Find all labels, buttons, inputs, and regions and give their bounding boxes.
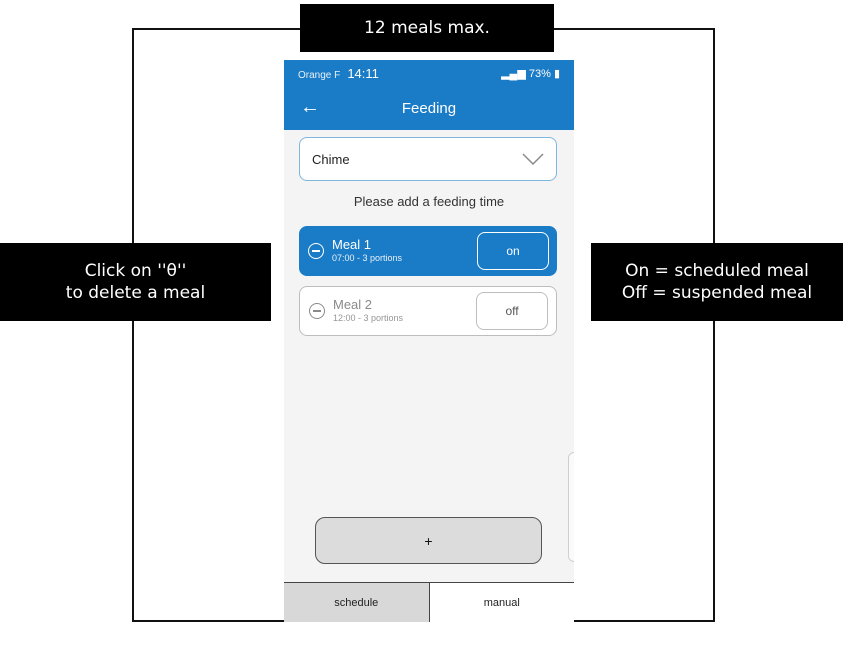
tab-schedule[interactable]: schedule [284,583,430,622]
device-select-value: Chime [312,151,350,167]
callout-on-line: On = scheduled meal [625,260,809,281]
meal-text: Meal 1 07:00 - 3 portions [332,238,477,264]
add-feeding-hint: Please add a feeding time [353,194,505,209]
meal-detail: 12:00 - 3 portions [333,313,404,323]
callout-delete-meal: Click on ''θ'' to delete a meal [0,243,271,321]
add-meal-button[interactable]: + [315,517,542,564]
meal-row[interactable]: Meal 1 07:00 - 3 portions on [299,226,557,276]
callout-off-line: Off = suspended meal [621,283,813,303]
battery-icon: ▮ [553,67,560,80]
signal-icon: ▂▄▆ [501,67,526,80]
meal-text: Meal 2 12:00 - 3 portions [333,298,476,324]
callout-delete-line1: Click on ''θ'' [84,260,187,281]
meal-detail: 07:00 - 3 portions [332,253,403,263]
phone-screen: Orange F 14:11 ▂▄▆ 73% ▮ ← Feeding Chime… [284,60,574,622]
scroll-handle[interactable] [568,452,574,562]
tab-manual[interactable]: manual [429,583,574,622]
carrier-label: Orange F [298,69,341,81]
delete-meal-icon[interactable] [309,303,325,319]
delete-meal-icon[interactable] [308,243,324,259]
status-time: 14:11 [347,65,379,81]
meal-row[interactable]: Meal 2 12:00 - 3 portions off [299,286,557,336]
device-select[interactable]: Chime [299,137,557,181]
app-bar: ← Feeding [284,86,574,130]
callout-max-meals: 12 meals max. [300,4,554,52]
meal-name: Meal 1 [332,237,372,252]
status-bar: Orange F 14:11 ▂▄▆ 73% ▮ [284,60,574,86]
callout-delete-line2: to delete a meal [65,283,206,303]
page-title: Feeding [401,99,457,117]
battery-level: 73% [528,67,551,80]
meal-name: Meal 2 [333,297,373,312]
chevron-down-icon [522,153,544,165]
meal-toggle-button[interactable]: on [477,232,549,270]
meal-toggle-button[interactable]: off [476,292,548,330]
callout-on-off: On = scheduled meal Off = suspended meal [591,243,843,321]
bottom-tabs: schedule manual [284,582,574,622]
callout-max-meals-text: 12 meals max. [364,17,490,38]
arrow-left-icon[interactable]: ← [300,96,320,119]
